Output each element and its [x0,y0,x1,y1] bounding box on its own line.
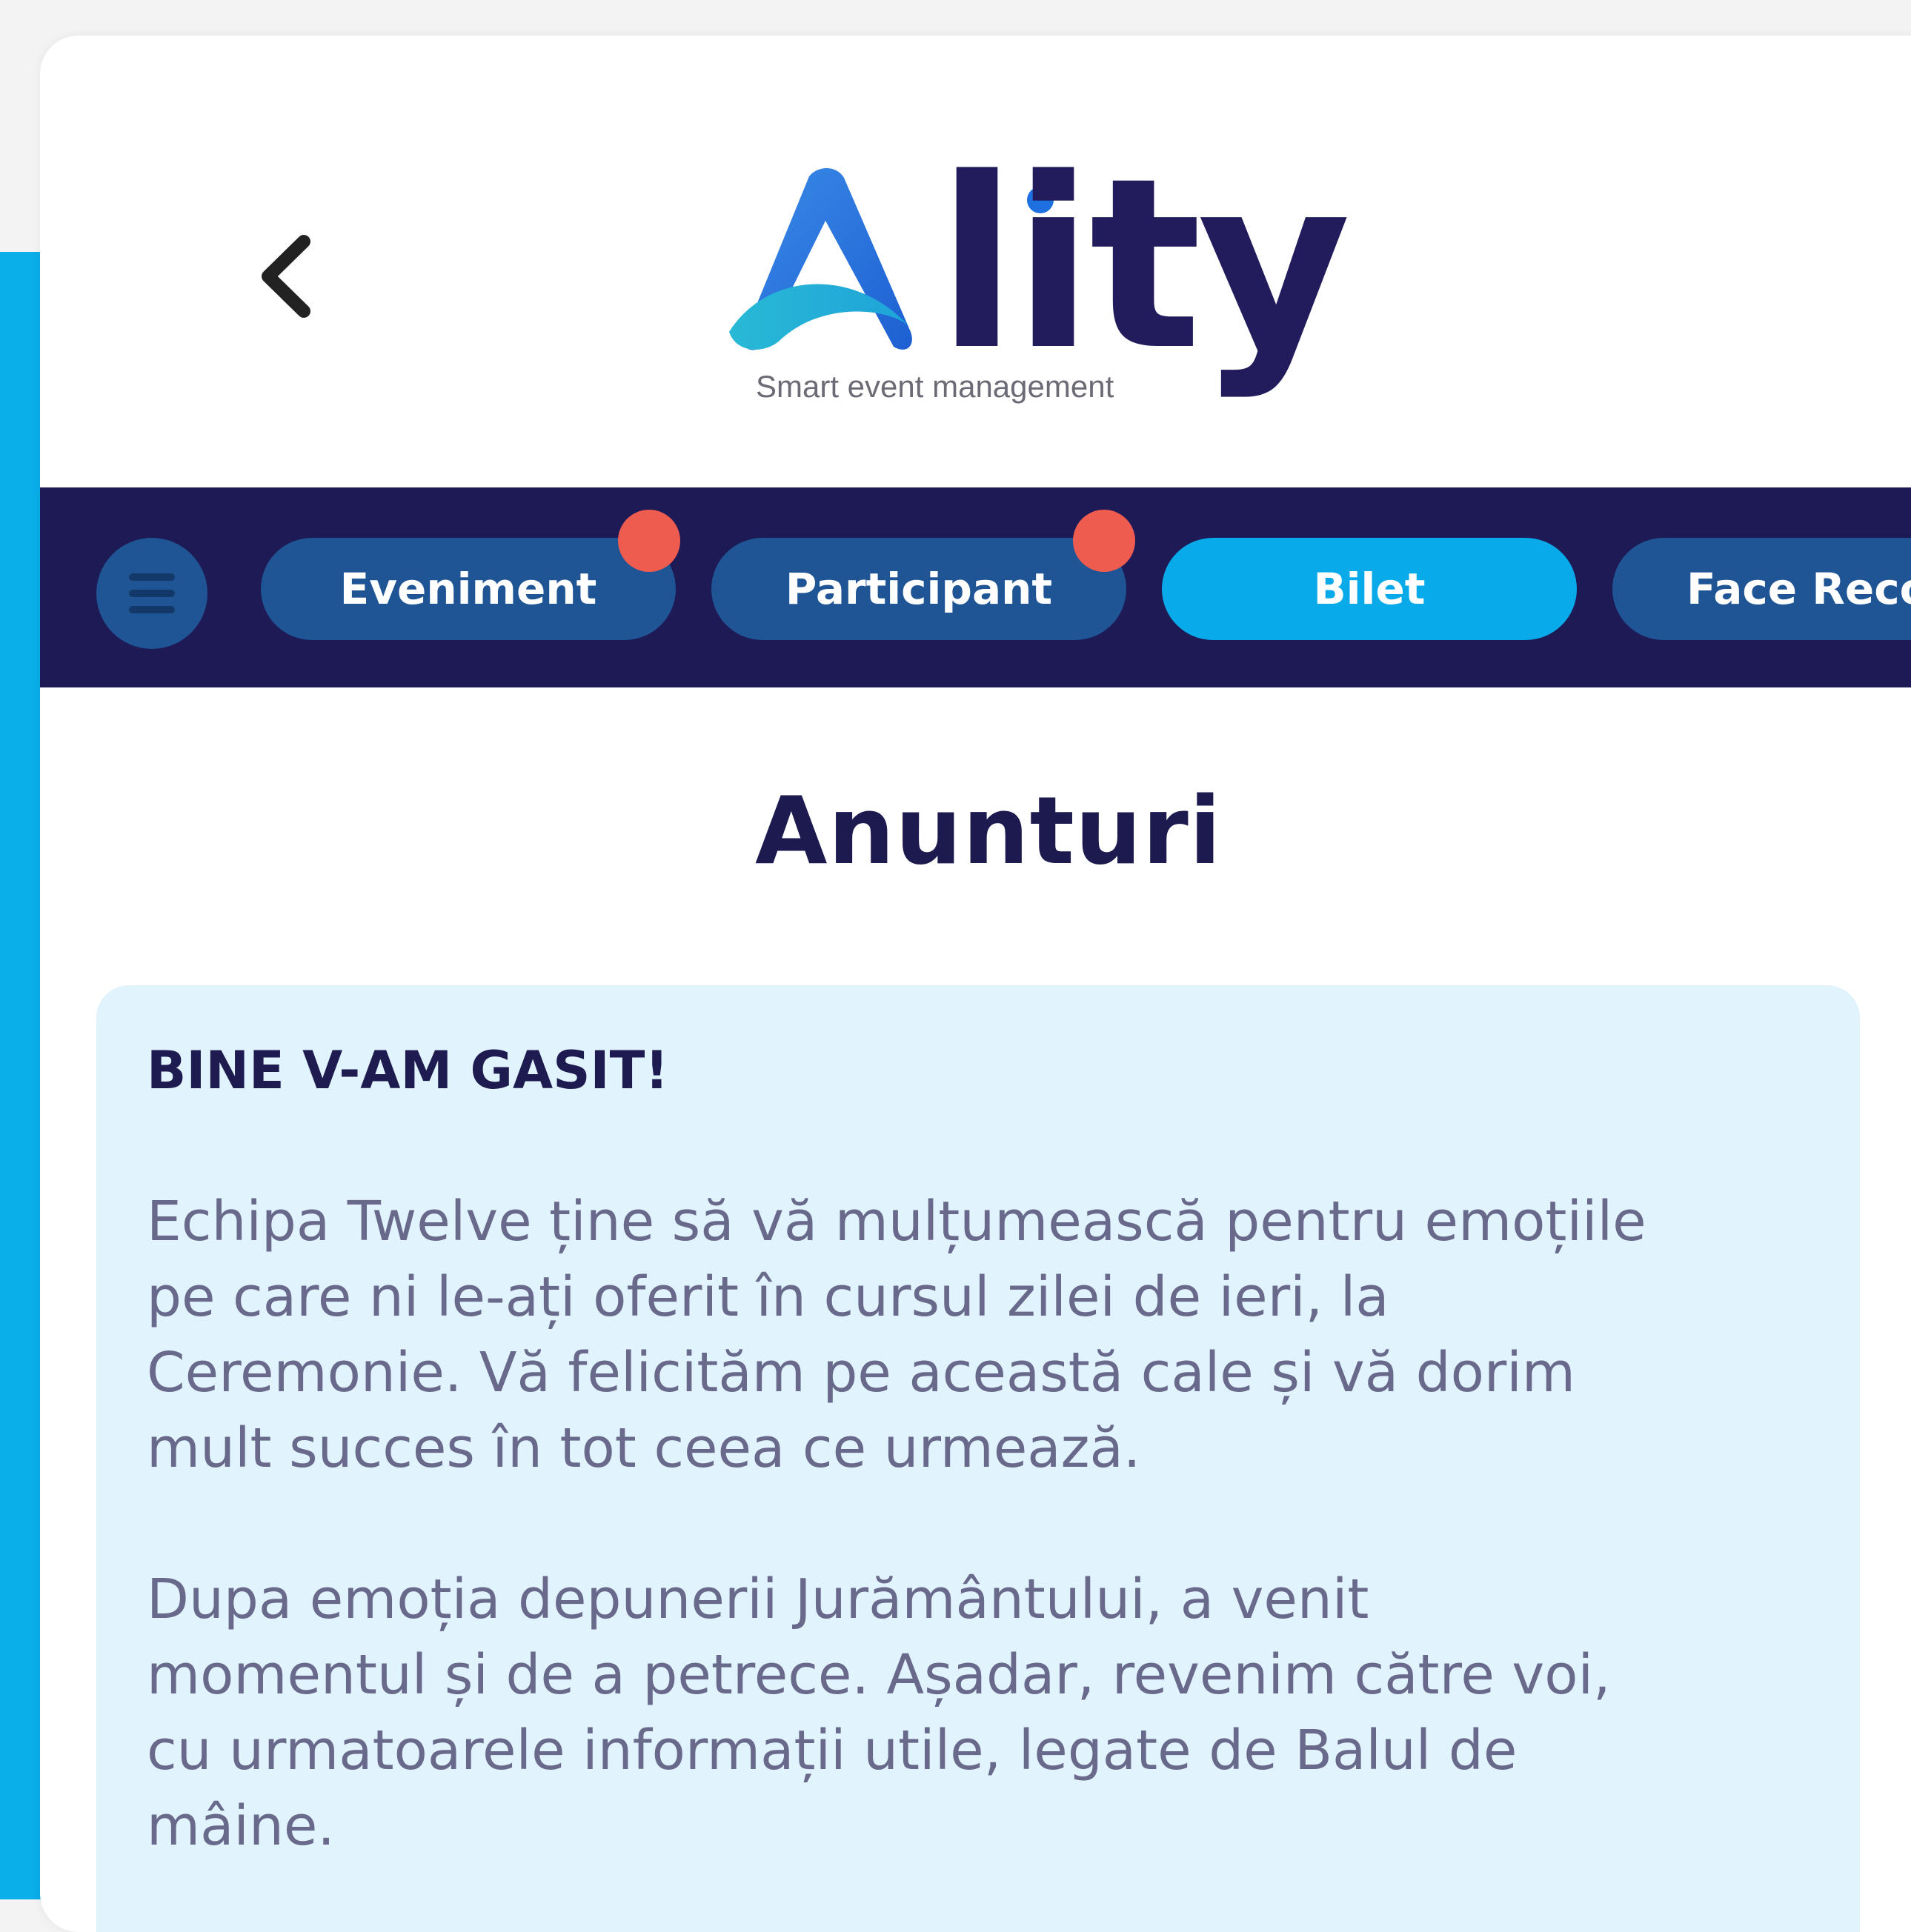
menu-button[interactable] [96,538,207,649]
app-logo: lity Smart event management [714,132,1351,443]
notification-dot [1073,510,1135,572]
back-button[interactable] [240,221,329,332]
page-title: Anunturi [755,776,1222,885]
logo-tagline: Smart event management [756,369,1114,404]
paragraph-line: Echipa Twelve ține să vă mulțumească pen… [147,1190,1646,1253]
paragraph-line: momentul și de a petrece. Așadar, reveni… [147,1643,1611,1707]
chevron-left-icon [262,235,310,318]
tab-face-reco[interactable]: Face Reco [1612,538,1911,640]
app-screen: lity Smart event management Eveniment Pa… [40,36,1911,1932]
announcement-paragraph: Echipa Twelve ține să vă mulțumească pen… [147,1184,1844,1486]
paragraph-line: pe care ni le-ați oferit în cursul zilei… [147,1265,1389,1329]
paragraph-line: mult succes în tot ceea ce urmează. [147,1416,1141,1480]
nav-bar: Eveniment Participant Bilet Face Reco [40,487,1911,687]
paragraph-line: Ceremonie. Vă felicităm pe această cale … [147,1341,1575,1405]
announcement-paragraph: Dupa emoția depunerii Jurământului, a ve… [147,1562,1844,1864]
tab-eveniment[interactable]: Eveniment [261,538,676,640]
logo-wordmark: lity [937,127,1351,402]
announcement-heading: BINE V-AM GASIT! [147,1040,669,1101]
paragraph-line: mâine. [147,1794,335,1858]
paragraph-line: Dupa emoția depunerii Jurământului, a ve… [147,1568,1369,1631]
hamburger-menu-icon [129,573,175,613]
tab-participant[interactable]: Participant [711,538,1126,640]
tab-bilet[interactable]: Bilet [1162,538,1577,640]
announcement-card: BINE V-AM GASIT! Echipa Twelve ține să v… [96,985,1860,1932]
paragraph-line: cu urmatoarele informații utile, legate … [147,1719,1518,1782]
notification-dot [618,510,680,572]
